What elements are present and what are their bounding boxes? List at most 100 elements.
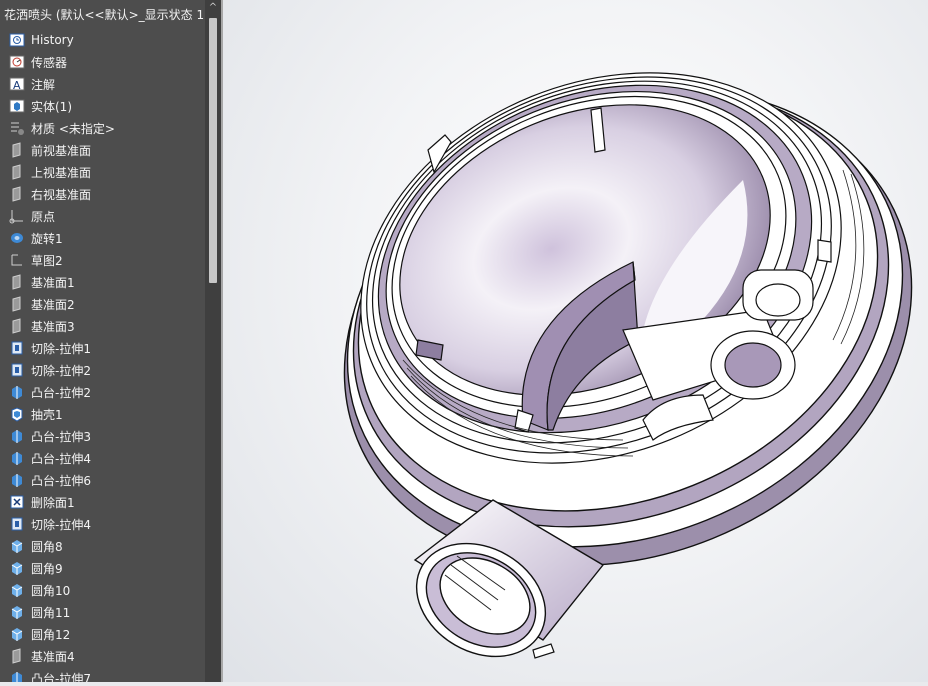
cut-extrude-icon: [9, 340, 25, 356]
plane-icon: [9, 186, 25, 202]
tree-item[interactable]: 圆角12: [0, 623, 205, 645]
scroll-up-arrow[interactable]: ^: [205, 0, 221, 16]
annotation-icon: A: [9, 76, 25, 92]
tree-item[interactable]: 前视基准面: [0, 139, 205, 161]
tree-item-label: 基准面3: [31, 319, 75, 334]
tree-item-label: 基准面1: [31, 275, 75, 290]
tree-item[interactable]: 原点: [0, 205, 205, 227]
tree-item[interactable]: 抽壳1: [0, 403, 205, 425]
tree-item[interactable]: 圆角9: [0, 557, 205, 579]
tree-item[interactable]: 凸台-拉伸6: [0, 469, 205, 491]
tree-item-label: 圆角8: [31, 539, 63, 554]
fillet-icon: [9, 582, 25, 598]
tree-item[interactable]: 草图2: [0, 249, 205, 271]
tree-item[interactable]: 材质 <未指定>: [0, 117, 205, 139]
tree-item-label: 圆角9: [31, 561, 63, 576]
tree-item-label: 右视基准面: [31, 187, 92, 202]
boss-extrude-icon: [9, 450, 25, 466]
tree-item[interactable]: 删除面1: [0, 491, 205, 513]
tree-item[interactable]: 右视基准面: [0, 183, 205, 205]
material-icon: [9, 120, 25, 136]
tree-item[interactable]: 切除-拉伸4: [0, 513, 205, 535]
tree-item[interactable]: 基准面1: [0, 271, 205, 293]
tree-item[interactable]: 基准面3: [0, 315, 205, 337]
boss-extrude-icon: [9, 670, 25, 682]
tree-item-label: 圆角10: [31, 583, 71, 598]
tree-item-label: 传感器: [31, 55, 68, 70]
tree-item-label: 基准面2: [31, 297, 75, 312]
tree-item-label: 草图2: [31, 253, 63, 268]
cad-window: 花洒喷头 (默认<<默认>_显示状态 1 History 传感器 A 注解实体(1) 材…: [0, 0, 928, 682]
tree-item[interactable]: History: [0, 29, 205, 51]
plane-icon: [9, 296, 25, 312]
fillet-icon: [9, 626, 25, 642]
revolve-icon: [9, 230, 25, 246]
tree-item[interactable]: 基准面2: [0, 293, 205, 315]
tree-item-label: 删除面1: [31, 495, 75, 510]
tree-item[interactable]: 圆角11: [0, 601, 205, 623]
fillet-icon: [9, 560, 25, 576]
origin-icon: [9, 208, 25, 224]
tree-item[interactable]: 圆角10: [0, 579, 205, 601]
tree-item[interactable]: 凸台-拉伸7: [0, 667, 205, 682]
tree-item-label: History: [31, 33, 74, 47]
tree-item-label: 注解: [31, 77, 56, 92]
tree-item-label: 基准面4: [31, 649, 75, 664]
tree-item[interactable]: A 注解: [0, 73, 205, 95]
plane-icon: [9, 164, 25, 180]
cut-extrude-icon: [9, 362, 25, 378]
tree-item-label: 前视基准面: [31, 143, 92, 158]
tree-item-label: 上视基准面: [31, 165, 92, 180]
fillet-icon: [9, 538, 25, 554]
graphics-viewport[interactable]: [223, 0, 928, 682]
tree-item-label: 凸台-拉伸2: [31, 385, 91, 400]
tree-item-label: 抽壳1: [31, 407, 63, 422]
plane-icon: [9, 318, 25, 334]
tree-item-label: 切除-拉伸4: [31, 517, 91, 532]
tree-item-label: 凸台-拉伸4: [31, 451, 91, 466]
tree-item[interactable]: 上视基准面: [0, 161, 205, 183]
boss-extrude-icon: [9, 428, 25, 444]
tree-item-label: 圆角12: [31, 627, 71, 642]
tree-scrollbar[interactable]: ^: [205, 0, 221, 682]
feature-manager-tree: 花洒喷头 (默认<<默认>_显示状态 1 History 传感器 A 注解实体(1) 材…: [0, 0, 205, 682]
tree-item-label: 凸台-拉伸3: [31, 429, 91, 444]
solid-bodies-icon: [9, 98, 25, 114]
tree-item[interactable]: 凸台-拉伸4: [0, 447, 205, 469]
tree-item-label: 切除-拉伸1: [31, 341, 91, 356]
boss-extrude-icon: [9, 472, 25, 488]
tree-item[interactable]: 切除-拉伸2: [0, 359, 205, 381]
sketch-icon: [9, 252, 25, 268]
shell-icon: [9, 406, 25, 422]
tree-item-label: 原点: [31, 209, 56, 224]
scroll-thumb[interactable]: [209, 18, 217, 283]
delete-face-icon: [9, 494, 25, 510]
tree-item[interactable]: 凸台-拉伸2: [0, 381, 205, 403]
history-icon: [9, 32, 25, 48]
tree-item[interactable]: 切除-拉伸1: [0, 337, 205, 359]
sensor-icon: [9, 54, 25, 70]
tree-item-label: 凸台-拉伸7: [31, 671, 91, 683]
tree-item[interactable]: 传感器: [0, 51, 205, 73]
shower-head-model: [343, 72, 913, 659]
plane-icon: [9, 648, 25, 664]
plane-icon: [9, 274, 25, 290]
plane-icon: [9, 142, 25, 158]
tree-item[interactable]: 旋转1: [0, 227, 205, 249]
tree-root-item[interactable]: 花洒喷头 (默认<<默认>_显示状态 1: [0, 4, 204, 24]
tree-item[interactable]: 圆角8: [0, 535, 205, 557]
tree-item[interactable]: 基准面4: [0, 645, 205, 667]
fillet-icon: [9, 604, 25, 620]
svg-text:A: A: [13, 79, 21, 92]
boss-extrude-icon: [9, 384, 25, 400]
tree-item[interactable]: 实体(1): [0, 95, 205, 117]
tree-item-label: 切除-拉伸2: [31, 363, 91, 378]
tree-item[interactable]: 凸台-拉伸3: [0, 425, 205, 447]
tree-item-label: 实体(1): [31, 99, 72, 114]
cut-extrude-icon: [9, 516, 25, 532]
tree-item-label: 圆角11: [31, 605, 71, 620]
tree-item-label: 旋转1: [31, 231, 63, 246]
tree-item-label: 材质 <未指定>: [31, 121, 115, 136]
document-title: 花洒喷头 (默认<<默认>_显示状态 1: [4, 7, 205, 22]
tree-item-label: 凸台-拉伸6: [31, 473, 91, 488]
